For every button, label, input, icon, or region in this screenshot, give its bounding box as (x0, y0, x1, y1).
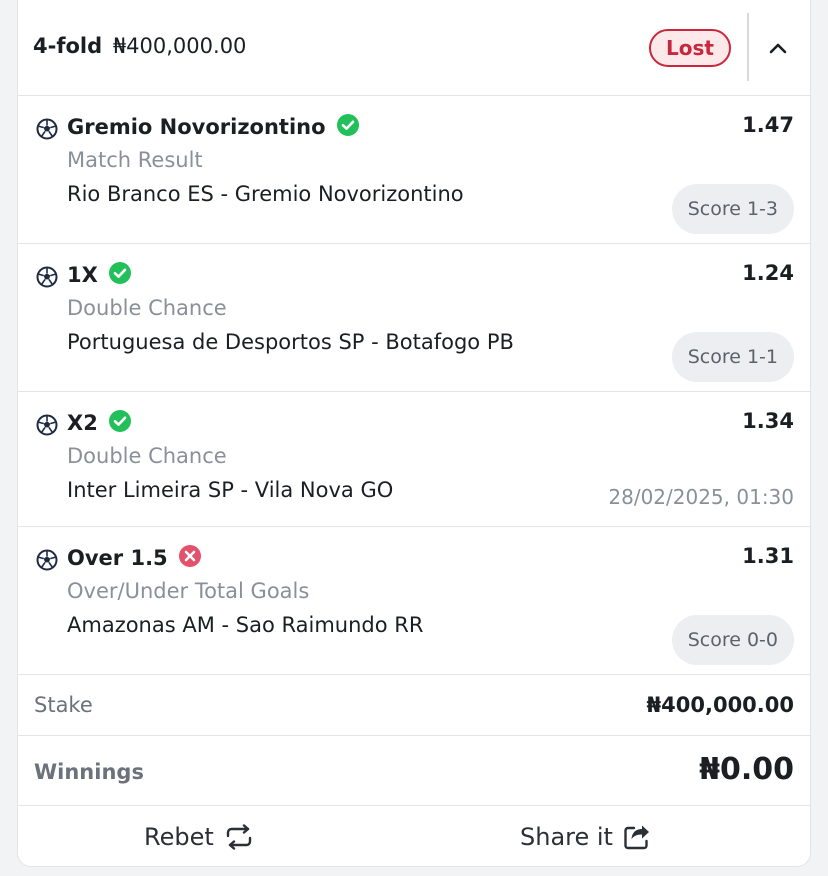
selection-odds: 1.47 (742, 113, 794, 137)
bet-card: 4-fold ₦400,000.00 Lost Gremio Novorizon… (17, 0, 811, 867)
selection-match: Amazonas AM - Sao Raimundo RR (67, 613, 424, 637)
rebet-button[interactable]: Rebet (144, 807, 254, 866)
selection-item: Gremio Novorizontino 1.47 Match Result R… (18, 97, 810, 244)
selection-odds: 1.34 (742, 409, 794, 433)
share-icon (624, 825, 649, 850)
selection-name: Gremio Novorizontino (67, 113, 360, 139)
winnings-label: Winnings (34, 760, 144, 784)
stake-row: Stake ₦400,000.00 (18, 675, 810, 736)
status-badge: Lost (649, 29, 731, 67)
selection-name: 1X (67, 261, 132, 287)
fold-label: 4-fold (33, 34, 103, 58)
selection-match: Rio Branco ES - Gremio Novorizontino (67, 182, 464, 206)
share-label: Share it (520, 823, 613, 851)
selection-item: X2 1.34 Double Chance Inter Limeira SP -… (18, 393, 810, 527)
rebet-label: Rebet (144, 823, 214, 851)
score-badge: Score 1-3 (671, 184, 794, 234)
check-circle-icon (108, 262, 131, 284)
selection-name-text: Over 1.5 (67, 546, 168, 570)
header-stake-amount: ₦400,000.00 (112, 34, 247, 58)
selection-market: Over/Under Total Goals (67, 579, 310, 603)
selection-name-text: X2 (67, 411, 98, 435)
selection-item: Over 1.5 1.31 Over/Under Total Goals Ama… (18, 528, 810, 675)
selection-market: Double Chance (67, 296, 227, 320)
collapse-button[interactable] (760, 28, 796, 68)
selection-odds: 1.31 (742, 544, 794, 568)
score-badge: Score 1-1 (671, 332, 794, 382)
action-bar: Rebet Share it (18, 807, 810, 866)
chevron-up-icon (769, 43, 787, 54)
share-button[interactable]: Share it (520, 807, 651, 866)
score-badge: Score 0-0 (671, 615, 794, 665)
selection-name: X2 (67, 409, 132, 435)
bet-title: 4-fold ₦400,000.00 (33, 34, 246, 58)
check-circle-icon (108, 410, 131, 432)
selection-market: Match Result (67, 148, 203, 172)
selection-name-text: Gremio Novorizontino (67, 115, 326, 139)
repeat-icon (226, 824, 251, 850)
winnings-value: ₦0.00 (699, 752, 794, 787)
selection-name: Over 1.5 (67, 544, 202, 570)
check-circle-icon (336, 114, 359, 136)
stake-label: Stake (34, 693, 93, 717)
cross-circle-icon (178, 545, 201, 567)
soccer-ball-icon (36, 266, 58, 288)
bet-header[interactable]: 4-fold ₦400,000.00 Lost (18, 0, 810, 96)
selection-match: Portuguesa de Desportos SP - Botafogo PB (67, 330, 514, 354)
soccer-ball-icon (36, 549, 58, 571)
selection-odds: 1.24 (742, 261, 794, 285)
selection-match: Inter Limeira SP - Vila Nova GO (67, 478, 394, 502)
match-datetime: 28/02/2025, 01:30 (608, 485, 794, 509)
selection-market: Double Chance (67, 444, 227, 468)
selection-name-text: 1X (67, 263, 98, 287)
header-divider (747, 13, 749, 81)
soccer-ball-icon (36, 414, 58, 436)
winnings-row: Winnings ₦0.00 (18, 737, 810, 806)
selection-item: 1X 1.24 Double Chance Portuguesa de Desp… (18, 245, 810, 392)
stake-value: ₦400,000.00 (646, 693, 794, 717)
soccer-ball-icon (36, 118, 58, 140)
